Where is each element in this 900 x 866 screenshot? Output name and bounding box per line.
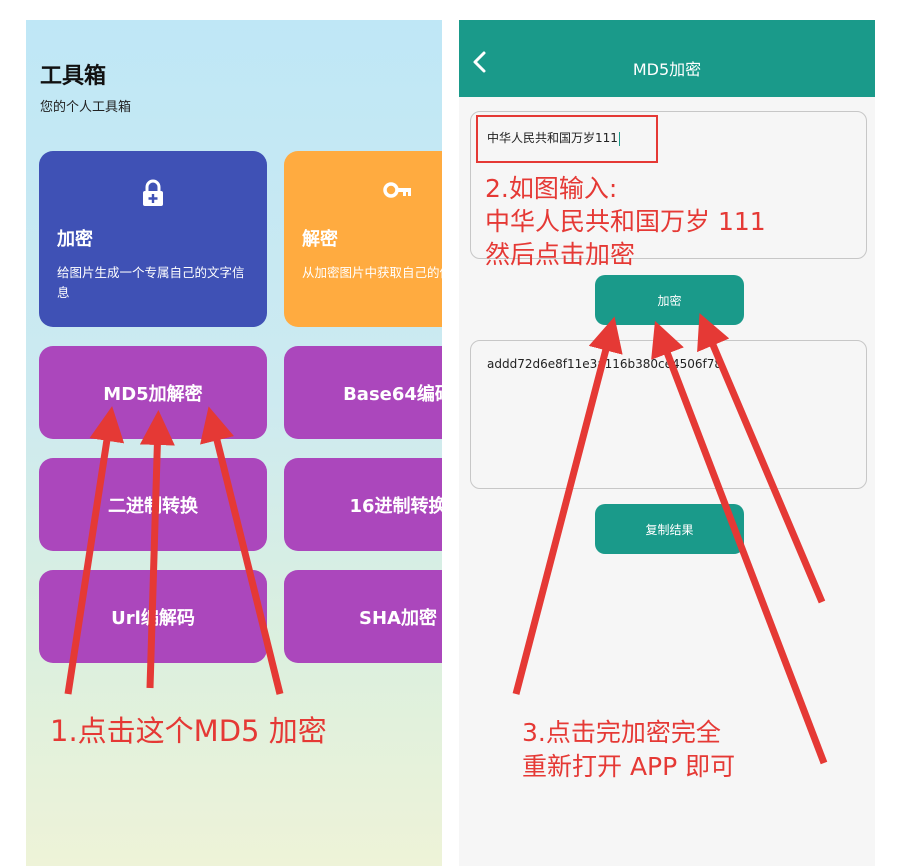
annotation-step3: 3.点击完加密完全 重新打开 APP 即可 — [522, 716, 735, 784]
annotation-step3-line2: 重新打开 APP 即可 — [522, 752, 736, 781]
arrow-1c — [200, 406, 284, 695]
annotation-step1: 1.点击这个MD5 加密 — [50, 714, 327, 748]
arrow-1b — [139, 410, 175, 689]
annotation-step2-line3: 然后点击加密 — [485, 240, 636, 269]
arrow-3a — [512, 316, 623, 695]
annotation-step3-line1: 3.点击完加密完全 — [522, 718, 721, 747]
annotation-step2-line2: 中华人民共和国万岁 111 — [485, 207, 766, 236]
annotation-step2: 2.如图输入: 中华人民共和国万岁 111 然后点击加密 — [485, 172, 766, 271]
arrow-1a — [64, 406, 125, 695]
annotation-step2-line1: 2.如图输入: — [485, 174, 618, 203]
input-highlight-box — [476, 115, 658, 163]
arrow-3c — [697, 313, 826, 604]
